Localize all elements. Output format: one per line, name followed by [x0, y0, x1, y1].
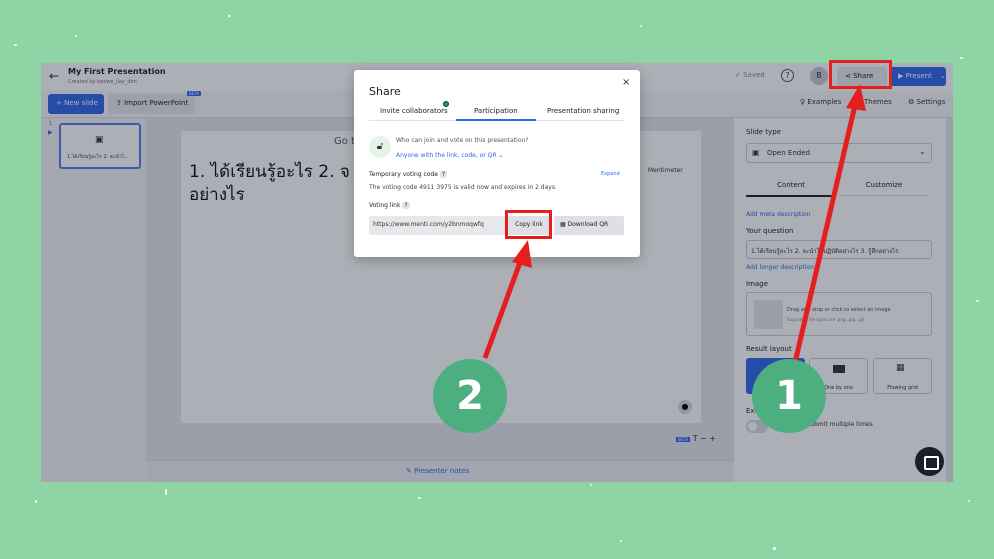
arrow-line-2 [482, 256, 525, 359]
annotation-arrows [482, 84, 866, 368]
step-badge-1: 1 [752, 359, 826, 433]
arrow-head-2 [512, 240, 532, 268]
arrow-head-1 [846, 84, 866, 111]
arrow-line-1 [791, 100, 859, 368]
step-badge-2: 2 [433, 359, 507, 433]
